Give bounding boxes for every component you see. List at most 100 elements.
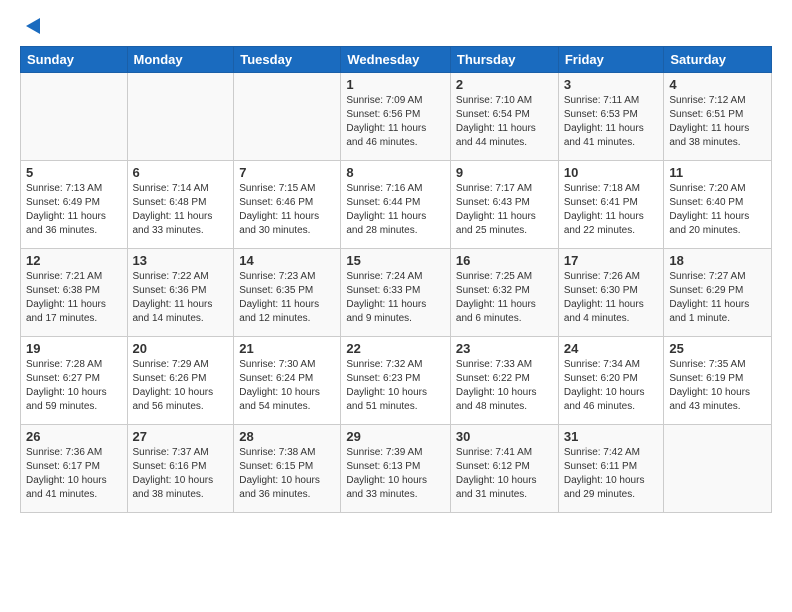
calendar-cell: 14 Sunrise: 7:23 AM Sunset: 6:35 PM Dayli… bbox=[234, 249, 341, 337]
day-info: Sunrise: 7:34 AM Sunset: 6:20 PM Dayligh… bbox=[564, 358, 659, 414]
calendar-cell: 7 Sunrise: 7:15 AM Sunset: 6:46 PM Daylig… bbox=[234, 161, 341, 249]
day-number: 20 bbox=[133, 341, 229, 356]
calendar-cell: 9Sunrise: 7:17 AM Sunset: 6:43 PM Daylig… bbox=[450, 161, 558, 249]
weekday-header-row: SundayMondayTuesdayWednesdayThursdayFrid… bbox=[21, 47, 772, 73]
calendar-cell bbox=[664, 425, 772, 513]
day-number: 29 bbox=[346, 429, 445, 444]
day-info: Sunrise: 7:26 AM Sunset: 6:30 PM Dayligh… bbox=[564, 270, 659, 326]
logo-icon bbox=[22, 16, 44, 36]
day-info: Sunrise: 7:29 AM Sunset: 6:26 PM Dayligh… bbox=[133, 358, 229, 414]
calendar-cell: 25Sunrise: 7:35 AM Sunset: 6:19 PM Dayli… bbox=[664, 337, 772, 425]
week-row-5: 26 Sunrise: 7:36 AM Sunset: 6:17 PM Dayli… bbox=[21, 425, 772, 513]
calendar-cell: 28 Sunrise: 7:38 AM Sunset: 6:15 PM Dayli… bbox=[234, 425, 341, 513]
day-info: Sunrise: 7:25 AM Sunset: 6:32 PM Dayligh… bbox=[456, 270, 553, 326]
day-info: Sunrise: 7:11 AM Sunset: 6:53 PM Dayligh… bbox=[564, 94, 659, 150]
day-number: 7 bbox=[239, 165, 335, 180]
week-row-1: 1 Sunrise: 7:09 AM Sunset: 6:56 PM Daylig… bbox=[21, 73, 772, 161]
day-number: 5 bbox=[26, 165, 122, 180]
calendar-cell: 15 Sunrise: 7:24 AM Sunset: 6:33 PM Dayli… bbox=[341, 249, 451, 337]
day-info: Sunrise: 7:15 AM Sunset: 6:46 PM Dayligh… bbox=[239, 182, 335, 238]
day-info: Sunrise: 7:09 AM Sunset: 6:56 PM Dayligh… bbox=[346, 94, 445, 150]
day-number: 14 bbox=[239, 253, 335, 268]
day-info: Sunrise: 7:20 AM Sunset: 6:40 PM Dayligh… bbox=[669, 182, 766, 238]
day-number: 15 bbox=[346, 253, 445, 268]
day-number: 31 bbox=[564, 429, 659, 444]
calendar-cell: 31 Sunrise: 7:42 AM Sunset: 6:11 PM Dayli… bbox=[558, 425, 664, 513]
day-number: 4 bbox=[669, 77, 766, 92]
logo bbox=[20, 16, 44, 36]
calendar-cell bbox=[234, 73, 341, 161]
day-number: 24 bbox=[564, 341, 659, 356]
weekday-header-thursday: Thursday bbox=[450, 47, 558, 73]
calendar-cell: 6 Sunrise: 7:14 AM Sunset: 6:48 PM Daylig… bbox=[127, 161, 234, 249]
week-row-2: 5 Sunrise: 7:13 AM Sunset: 6:49 PM Daylig… bbox=[21, 161, 772, 249]
calendar-cell: 24 Sunrise: 7:34 AM Sunset: 6:20 PM Dayli… bbox=[558, 337, 664, 425]
day-info: Sunrise: 7:23 AM Sunset: 6:35 PM Dayligh… bbox=[239, 270, 335, 326]
calendar-cell: 18 Sunrise: 7:27 AM Sunset: 6:29 PM Dayli… bbox=[664, 249, 772, 337]
calendar-cell: 12 Sunrise: 7:21 AM Sunset: 6:38 PM Dayli… bbox=[21, 249, 128, 337]
calendar-cell: 30Sunrise: 7:41 AM Sunset: 6:12 PM Dayli… bbox=[450, 425, 558, 513]
weekday-header-sunday: Sunday bbox=[21, 47, 128, 73]
weekday-header-saturday: Saturday bbox=[664, 47, 772, 73]
day-info: Sunrise: 7:24 AM Sunset: 6:33 PM Dayligh… bbox=[346, 270, 445, 326]
header bbox=[20, 16, 772, 36]
calendar-cell: 11 Sunrise: 7:20 AM Sunset: 6:40 PM Dayli… bbox=[664, 161, 772, 249]
day-info: Sunrise: 7:14 AM Sunset: 6:48 PM Dayligh… bbox=[133, 182, 229, 238]
calendar-table: SundayMondayTuesdayWednesdayThursdayFrid… bbox=[20, 46, 772, 513]
weekday-header-friday: Friday bbox=[558, 47, 664, 73]
calendar-cell: 23 Sunrise: 7:33 AM Sunset: 6:22 PM Dayli… bbox=[450, 337, 558, 425]
calendar-cell: 29 Sunrise: 7:39 AM Sunset: 6:13 PM Dayli… bbox=[341, 425, 451, 513]
day-number: 13 bbox=[133, 253, 229, 268]
weekday-header-tuesday: Tuesday bbox=[234, 47, 341, 73]
day-number: 12 bbox=[26, 253, 122, 268]
day-info: Sunrise: 7:36 AM Sunset: 6:17 PM Dayligh… bbox=[26, 446, 122, 502]
day-number: 10 bbox=[564, 165, 659, 180]
weekday-header-wednesday: Wednesday bbox=[341, 47, 451, 73]
day-info: Sunrise: 7:22 AM Sunset: 6:36 PM Dayligh… bbox=[133, 270, 229, 326]
day-number: 23 bbox=[456, 341, 553, 356]
calendar-cell: 1 Sunrise: 7:09 AM Sunset: 6:56 PM Daylig… bbox=[341, 73, 451, 161]
calendar-cell: 17 Sunrise: 7:26 AM Sunset: 6:30 PM Dayli… bbox=[558, 249, 664, 337]
day-number: 28 bbox=[239, 429, 335, 444]
day-info: Sunrise: 7:39 AM Sunset: 6:13 PM Dayligh… bbox=[346, 446, 445, 502]
day-info: Sunrise: 7:21 AM Sunset: 6:38 PM Dayligh… bbox=[26, 270, 122, 326]
week-row-4: 19 Sunrise: 7:28 AM Sunset: 6:27 PM Dayli… bbox=[21, 337, 772, 425]
calendar-cell: 2 Sunrise: 7:10 AM Sunset: 6:54 PM Daylig… bbox=[450, 73, 558, 161]
day-number: 17 bbox=[564, 253, 659, 268]
day-info: Sunrise: 7:12 AM Sunset: 6:51 PM Dayligh… bbox=[669, 94, 766, 150]
day-info: Sunrise: 7:17 AM Sunset: 6:43 PM Dayligh… bbox=[456, 182, 553, 238]
calendar-cell: 22 Sunrise: 7:32 AM Sunset: 6:23 PM Dayli… bbox=[341, 337, 451, 425]
calendar-cell: 5 Sunrise: 7:13 AM Sunset: 6:49 PM Daylig… bbox=[21, 161, 128, 249]
day-info: Sunrise: 7:28 AM Sunset: 6:27 PM Dayligh… bbox=[26, 358, 122, 414]
day-number: 6 bbox=[133, 165, 229, 180]
day-info: Sunrise: 7:42 AM Sunset: 6:11 PM Dayligh… bbox=[564, 446, 659, 502]
day-info: Sunrise: 7:32 AM Sunset: 6:23 PM Dayligh… bbox=[346, 358, 445, 414]
calendar-cell: 21 Sunrise: 7:30 AM Sunset: 6:24 PM Dayli… bbox=[234, 337, 341, 425]
day-number: 1 bbox=[346, 77, 445, 92]
weekday-header-monday: Monday bbox=[127, 47, 234, 73]
day-info: Sunrise: 7:27 AM Sunset: 6:29 PM Dayligh… bbox=[669, 270, 766, 326]
day-number: 2 bbox=[456, 77, 553, 92]
day-number: 18 bbox=[669, 253, 766, 268]
day-number: 27 bbox=[133, 429, 229, 444]
day-number: 19 bbox=[26, 341, 122, 356]
day-info: Sunrise: 7:16 AM Sunset: 6:44 PM Dayligh… bbox=[346, 182, 445, 238]
calendar-cell: 4 Sunrise: 7:12 AM Sunset: 6:51 PM Daylig… bbox=[664, 73, 772, 161]
calendar-cell: 10Sunrise: 7:18 AM Sunset: 6:41 PM Dayli… bbox=[558, 161, 664, 249]
calendar-cell bbox=[21, 73, 128, 161]
calendar-cell: 19 Sunrise: 7:28 AM Sunset: 6:27 PM Dayli… bbox=[21, 337, 128, 425]
day-info: Sunrise: 7:10 AM Sunset: 6:54 PM Dayligh… bbox=[456, 94, 553, 150]
day-number: 11 bbox=[669, 165, 766, 180]
day-number: 21 bbox=[239, 341, 335, 356]
day-number: 22 bbox=[346, 341, 445, 356]
day-number: 8 bbox=[346, 165, 445, 180]
day-info: Sunrise: 7:30 AM Sunset: 6:24 PM Dayligh… bbox=[239, 358, 335, 414]
day-info: Sunrise: 7:38 AM Sunset: 6:15 PM Dayligh… bbox=[239, 446, 335, 502]
day-number: 26 bbox=[26, 429, 122, 444]
calendar-cell: 13 Sunrise: 7:22 AM Sunset: 6:36 PM Dayli… bbox=[127, 249, 234, 337]
day-info: Sunrise: 7:33 AM Sunset: 6:22 PM Dayligh… bbox=[456, 358, 553, 414]
page: SundayMondayTuesdayWednesdayThursdayFrid… bbox=[0, 0, 792, 612]
calendar-cell: 8 Sunrise: 7:16 AM Sunset: 6:44 PM Daylig… bbox=[341, 161, 451, 249]
day-info: Sunrise: 7:13 AM Sunset: 6:49 PM Dayligh… bbox=[26, 182, 122, 238]
calendar-cell: 3Sunrise: 7:11 AM Sunset: 6:53 PM Daylig… bbox=[558, 73, 664, 161]
